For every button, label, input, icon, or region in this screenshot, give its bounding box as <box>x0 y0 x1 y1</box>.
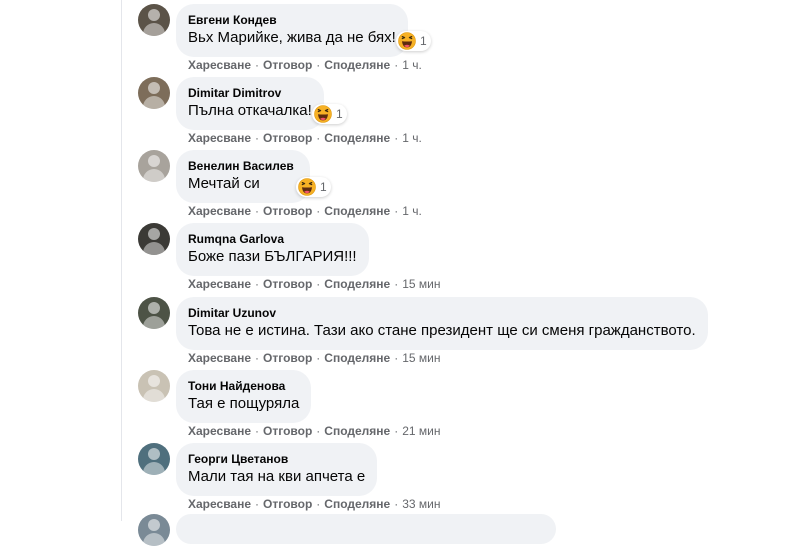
reaction-count: 1 <box>420 34 427 48</box>
comment-bubble: Георги Цветанов Мали тая на кви апчета е <box>176 443 378 496</box>
reply-button[interactable]: Отговор <box>263 131 312 145</box>
comment-actions: Харесване · Отговор · Споделяне · 1 ч. <box>188 203 422 219</box>
comment-actions: Харесване · Отговор · Споделяне · 1 ч. <box>188 57 422 73</box>
comment-text: Вьх Марийке, жива да не бях! <box>188 29 396 46</box>
comment-actions: Харесване · Отговор · Споделяне · 33 мин <box>188 496 440 512</box>
comment-author[interactable]: Dimitar Uzunov <box>188 305 696 321</box>
separator: · <box>255 131 260 145</box>
comment-bubble <box>176 514 556 544</box>
comment-actions: Харесване · Отговор · Споделяне · 21 мин <box>188 423 440 439</box>
comment-actions: Харесване · Отговор · Споделяне · 15 мин <box>188 276 440 292</box>
comment-timestamp[interactable]: 15 мин <box>402 277 440 291</box>
avatar[interactable] <box>138 443 170 475</box>
reaction-summary[interactable]: 1 <box>396 31 431 51</box>
reaction-summary[interactable]: 1 <box>296 177 331 197</box>
avatar[interactable] <box>138 223 170 255</box>
separator: · <box>394 204 399 218</box>
share-button[interactable]: Споделяне <box>324 204 390 218</box>
comment-author[interactable]: Евгени Кондев <box>188 12 396 28</box>
separator: · <box>316 351 321 365</box>
share-button[interactable]: Споделяне <box>324 131 390 145</box>
comment-bubble: Тони Найденова Тая е пощуряла <box>176 370 312 423</box>
haha-emoji-icon <box>398 32 416 50</box>
like-button[interactable]: Харесване <box>188 131 251 145</box>
separator: · <box>394 58 399 72</box>
reaction-summary[interactable]: 1 <box>312 104 347 124</box>
comment-author[interactable]: Георги Цветанов <box>188 451 365 467</box>
comment-timestamp[interactable]: 1 ч. <box>402 204 422 218</box>
comment-text: Пълна откачалка! <box>188 102 312 119</box>
separator: · <box>394 351 399 365</box>
haha-emoji-icon <box>314 105 332 123</box>
like-button[interactable]: Харесване <box>188 58 251 72</box>
haha-emoji-icon <box>298 178 316 196</box>
comment-bubble: Венелин Василев Мечтай си <box>176 150 310 203</box>
comment-bubble: Rumqna Garlova Боже пази БЪЛГАРИЯ!!! <box>176 223 369 276</box>
comment-timestamp[interactable]: 1 ч. <box>402 58 422 72</box>
comment-text: Мечтай си <box>188 175 260 192</box>
comment-author[interactable]: Rumqna Garlova <box>188 231 357 247</box>
comment-bubble: Евгени Кондев Вьх Марийке, жива да не бя… <box>176 4 408 57</box>
avatar[interactable] <box>138 77 170 109</box>
avatar[interactable] <box>138 150 170 182</box>
reply-button[interactable]: Отговор <box>263 497 312 511</box>
like-button[interactable]: Харесване <box>188 497 251 511</box>
comment-timestamp[interactable]: 21 мин <box>402 424 440 438</box>
separator: · <box>316 58 321 72</box>
separator: · <box>316 497 321 511</box>
comment-actions: Харесване · Отговор · Споделяне · 1 ч. <box>188 130 422 146</box>
avatar[interactable] <box>138 370 170 402</box>
like-button[interactable]: Харесване <box>188 351 251 365</box>
separator: · <box>316 204 321 218</box>
separator: · <box>316 424 321 438</box>
separator: · <box>316 277 321 291</box>
separator: · <box>394 497 399 511</box>
reply-button[interactable]: Отговор <box>263 204 312 218</box>
comment-text: Тая е пощуряла <box>188 395 300 412</box>
share-button[interactable]: Споделяне <box>324 58 390 72</box>
separator: · <box>255 497 260 511</box>
reply-button[interactable]: Отговор <box>263 277 312 291</box>
comment-author[interactable]: Тони Найденова <box>188 378 299 394</box>
share-button[interactable]: Споделяне <box>324 424 390 438</box>
comment-timestamp[interactable]: 15 мин <box>402 351 440 365</box>
comment-actions: Харесване · Отговор · Споделяне · 15 мин <box>188 350 440 366</box>
comment-bubble: Dimitar Uzunov Това не е истина. Тази ак… <box>176 297 708 350</box>
like-button[interactable]: Харесване <box>188 204 251 218</box>
separator: · <box>316 131 321 145</box>
share-button[interactable]: Споделяне <box>324 497 390 511</box>
separator: · <box>255 204 260 218</box>
comment-text: Боже пази БЪЛГАРИЯ!!! <box>188 248 357 265</box>
comment-author[interactable]: Dimitar Dimitrov <box>188 85 312 101</box>
comment-bubble: Dimitar Dimitrov Пълна откачалка! <box>176 77 324 130</box>
separator: · <box>394 424 399 438</box>
separator: · <box>394 277 399 291</box>
share-button[interactable]: Споделяне <box>324 351 390 365</box>
share-button[interactable]: Споделяне <box>324 277 390 291</box>
comment-timestamp[interactable]: 33 мин <box>402 497 440 511</box>
avatar[interactable] <box>138 297 170 329</box>
separator: · <box>255 351 260 365</box>
reaction-count: 1 <box>320 180 327 194</box>
separator: · <box>255 277 260 291</box>
comment-author[interactable]: Венелин Василев <box>188 158 294 174</box>
separator: · <box>255 424 260 438</box>
avatar[interactable] <box>138 514 170 546</box>
comment-text: Мали тая на кви апчета е <box>188 468 366 485</box>
comment-text: Това не е истина. Тази ако стане президе… <box>188 322 696 339</box>
like-button[interactable]: Харесване <box>188 424 251 438</box>
reply-button[interactable]: Отговор <box>263 58 312 72</box>
reply-button[interactable]: Отговор <box>263 424 312 438</box>
like-button[interactable]: Харесване <box>188 277 251 291</box>
left-panel-edge <box>0 0 122 521</box>
avatar[interactable] <box>138 4 170 36</box>
separator: · <box>255 58 260 72</box>
separator: · <box>394 131 399 145</box>
reply-button[interactable]: Отговор <box>263 351 312 365</box>
comment-timestamp[interactable]: 1 ч. <box>402 131 422 145</box>
reaction-count: 1 <box>336 107 343 121</box>
